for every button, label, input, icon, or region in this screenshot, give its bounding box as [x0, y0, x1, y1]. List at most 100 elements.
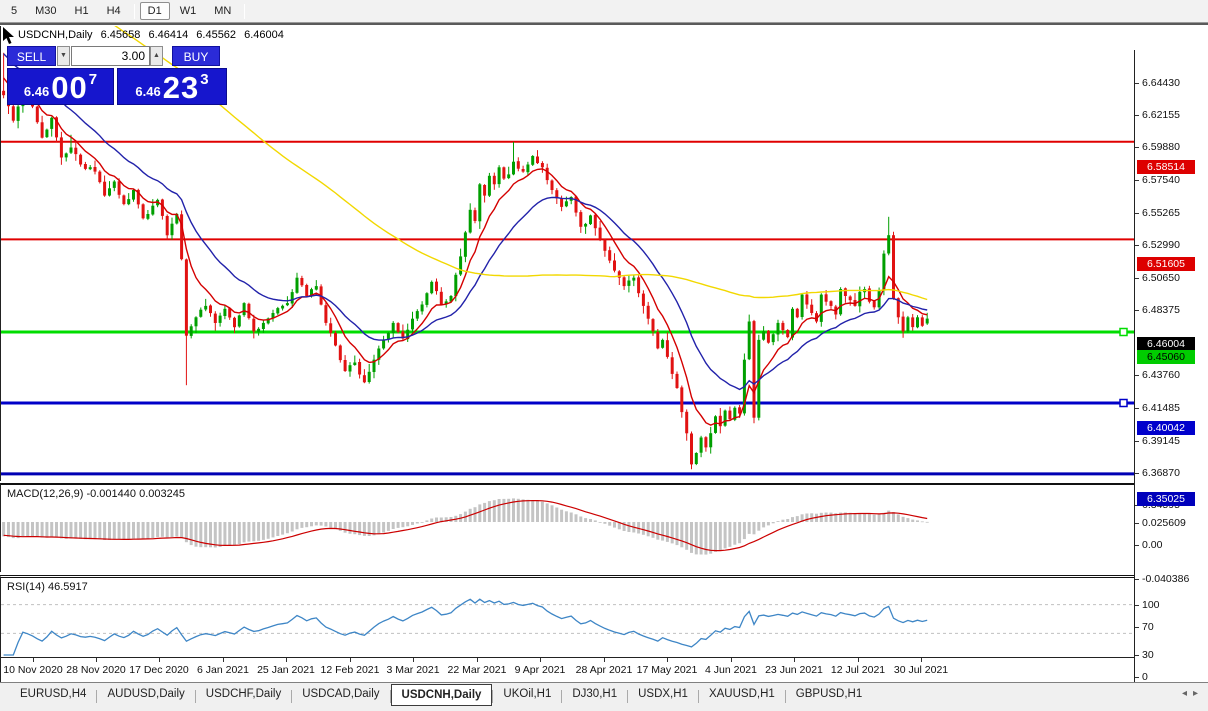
timeframe-button-m30[interactable]: M30 [27, 2, 64, 20]
timeframe-button-mn[interactable]: MN [206, 2, 239, 20]
macd-label: MACD(12,26,9) -0.001440 0.003245 [7, 488, 185, 500]
chart-tab-ukoil[interactable]: UKOil,H1 [493, 685, 561, 704]
chart-tab-usdchf[interactable]: USDCHF,Daily [196, 685, 291, 704]
tab-scroll-left-icon[interactable]: ◂ [1182, 688, 1193, 699]
toolbar-separator [244, 4, 245, 19]
time-axis-tick [413, 658, 414, 662]
time-axis-label: 28 Nov 2020 [66, 664, 126, 676]
rsi-axis-label: 70 [1142, 621, 1154, 633]
time-axis-tick [921, 658, 922, 662]
chart-tab-eurusd[interactable]: EURUSD,H4 [10, 685, 96, 704]
timeframe-button-h4[interactable]: H4 [99, 2, 129, 20]
chart-tab-bar: EURUSD,H4AUDUSD,DailyUSDCHF,DailyUSDCAD,… [0, 682, 1208, 711]
timeframe-button-d1[interactable]: D1 [140, 2, 170, 20]
ask-price-panel[interactable]: 6.46 23 3 [117, 68, 227, 105]
macd-indicator-panel[interactable]: MACD(12,26,9) -0.001440 0.003245 [0, 483, 1134, 572]
bid-price-pips: 00 [51, 73, 87, 102]
price-axis-label: 6.62155 [1142, 109, 1180, 121]
time-axis-tick [731, 658, 732, 662]
price-badge-6.45060: 6.45060 [1137, 350, 1195, 364]
ohlc-high: 6.46414 [148, 29, 188, 41]
price-axis-label: 6.59880 [1142, 141, 1180, 153]
price-axis-tick [1135, 441, 1139, 442]
price-axis-tick [1135, 83, 1139, 84]
tab-scroll-right-icon[interactable]: ▸ [1193, 688, 1204, 699]
timeframe-button-w1[interactable]: W1 [172, 2, 205, 20]
price-axis-label: 6.55265 [1142, 207, 1180, 219]
rsi-axis-tick [1135, 627, 1139, 628]
chart-window: USDCNH,Daily 6.45658 6.46414 6.45562 6.4… [0, 25, 1208, 682]
price-axis-tick [1135, 375, 1139, 376]
ask-price-point: 3 [200, 71, 208, 88]
time-axis-tick [286, 658, 287, 662]
time-axis-label: 12 Jul 2021 [831, 664, 885, 676]
macd-axis-label: 0.025609 [1142, 517, 1186, 529]
hline-handle[interactable] [1120, 329, 1127, 336]
volume-increase-button[interactable]: ▲ [150, 46, 163, 66]
buy-button[interactable]: BUY [172, 46, 220, 66]
time-axis-label: 23 Jun 2021 [765, 664, 823, 676]
time-axis-tick [33, 658, 34, 662]
macd-axis-tick [1135, 523, 1139, 524]
price-axis-tick [1135, 278, 1139, 279]
price-axis-tick [1135, 245, 1139, 246]
chart-tab-usdcnh[interactable]: USDCNH,Daily [391, 684, 493, 706]
price-axis-label: 6.36870 [1142, 467, 1180, 479]
price-axis-tick [1135, 180, 1139, 181]
price-axis-tick [1135, 408, 1139, 409]
rsi-axis-tick [1135, 677, 1139, 678]
price-axis-tick [1135, 473, 1139, 474]
chart-tab-xauusd[interactable]: XAUUSD,H1 [699, 685, 785, 704]
toolbar-separator [134, 4, 135, 19]
price-axis-label: 6.64430 [1142, 77, 1180, 89]
price-axis-label: 6.52990 [1142, 239, 1180, 251]
price-axis-label: 6.48375 [1142, 304, 1180, 316]
price-axis-tick [1135, 147, 1139, 148]
chart-tab-gbpusd[interactable]: GBPUSD,H1 [786, 685, 872, 704]
rsi-indicator-panel[interactable]: RSI(14) 46.5917 [0, 575, 1134, 657]
volume-decrease-button[interactable]: ▼ [57, 46, 70, 66]
price-badge-6.51605: 6.51605 [1137, 257, 1195, 271]
macd-axis-tick [1135, 545, 1139, 546]
price-axis[interactable]: 6.64430 6.62155 6.59880 6.57540 6.55265 6.529… [1134, 50, 1208, 682]
time-axis[interactable]: 10 Nov 202028 Nov 202017 Dec 20206 Jan 2… [0, 657, 1134, 682]
time-axis-tick [540, 658, 541, 662]
time-axis-tick [477, 658, 478, 662]
sell-button[interactable]: SELL [7, 46, 56, 66]
chart-tab-usdcad[interactable]: USDCAD,Daily [292, 685, 389, 704]
macd-axis-label: -0.040386 [1142, 573, 1189, 585]
volume-input[interactable] [71, 46, 150, 66]
bid-price-point: 7 [89, 71, 97, 88]
mt4-terminal-window: 5M30H1H4 D1W1MN USDCNH,Daily 6.45658 6.46… [0, 0, 1208, 711]
macd-axis-label: 0.00 [1142, 539, 1162, 551]
time-axis-tick [604, 658, 605, 662]
timeframe-button-5[interactable]: 5 [3, 2, 25, 20]
price-axis-tick [1135, 310, 1139, 311]
price-axis-label: 6.50650 [1142, 272, 1180, 284]
chart-tab-audusd[interactable]: AUDUSD,Daily [97, 685, 194, 704]
price-axis-label: 6.41485 [1142, 402, 1180, 414]
tab-scroll-arrows[interactable]: ◂▸ [1182, 688, 1204, 699]
timeframe-button-h1[interactable]: H1 [67, 2, 97, 20]
time-axis-label: 28 Apr 2021 [576, 664, 633, 676]
price-badge-6.35025: 6.35025 [1137, 492, 1195, 506]
hline-handle[interactable] [1120, 400, 1127, 407]
time-axis-label: 4 Jun 2021 [705, 664, 757, 676]
rsi-axis-label: 100 [1142, 599, 1160, 611]
macd-axis-tick [1135, 579, 1139, 580]
time-axis-label: 25 Jan 2021 [257, 664, 315, 676]
chart-tab-dj30[interactable]: DJ30,H1 [562, 685, 627, 704]
one-click-trade-widget: SELL ▼ ▲ BUY 6.46 00 7 6.46 23 3 [7, 46, 227, 106]
chart-symbol-period: USDCNH,Daily [18, 29, 93, 41]
chevron-down-icon: ▼ [60, 52, 67, 59]
bid-price-panel[interactable]: 6.46 00 7 [7, 68, 114, 105]
rsi-label: RSI(14) 46.5917 [7, 581, 88, 593]
chart-title: USDCNH,Daily 6.45658 6.46414 6.45562 6.4… [18, 29, 289, 41]
ohlc-close: 6.46004 [244, 29, 284, 41]
time-axis-tick [223, 658, 224, 662]
price-axis-label: 6.57540 [1142, 174, 1180, 186]
time-axis-tick [159, 658, 160, 662]
rsi-axis-label: 30 [1142, 649, 1154, 661]
chart-tab-usdx[interactable]: USDX,H1 [628, 685, 698, 704]
ask-price-pips: 23 [163, 73, 199, 102]
